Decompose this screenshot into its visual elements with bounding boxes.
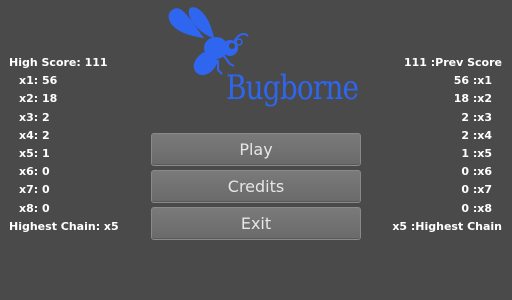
prev-score-x1: 56 :x1 (453, 74, 492, 88)
high-score-panel: High Score: 111 x1: 56 x2: 18 x3: 2 x4: … (9, 54, 119, 236)
prev-score-x7: 0 :x7 (461, 183, 492, 197)
high-score-x2: x2: 18 (19, 92, 58, 106)
high-score-x3: x3: 2 (19, 110, 50, 124)
high-score-label: High Score: 111 (9, 56, 108, 69)
credits-button[interactable]: Credits (151, 170, 361, 203)
high-score-x6: x6: 0 (19, 165, 50, 179)
prev-score-x5: 1 :x5 (461, 147, 492, 161)
game-logo: Bugborne (164, 4, 359, 122)
high-score-x5: x5: 1 (19, 147, 50, 161)
prev-score-panel: 111 :Prev Score 56 :x1 18 :x2 2 :x3 2 :x… (392, 54, 502, 236)
play-button[interactable]: Play (151, 133, 361, 166)
highest-chain-label: Highest Chain: x5 (9, 219, 119, 233)
high-score-x1: x1: 56 (19, 74, 58, 88)
main-menu: Play Credits Exit (151, 133, 361, 244)
high-score-x4: x4: 2 (19, 128, 50, 142)
high-score-x8: x8: 0 (19, 201, 50, 215)
exit-button[interactable]: Exit (151, 207, 361, 240)
prev-score-x2: 18 :x2 (453, 92, 492, 106)
prev-score-label: 111 :Prev Score (403, 56, 502, 69)
prev-score-x8: 0 :x8 (461, 201, 492, 215)
prev-score-x6: 0 :x6 (461, 165, 492, 179)
prev-score-x4: 2 :x4 (461, 128, 492, 142)
prev-score-x3: 2 :x3 (461, 110, 492, 124)
game-title: Bugborne (226, 68, 359, 108)
prev-highest-chain-label: x5 :Highest Chain (392, 219, 502, 233)
high-score-x7: x7: 0 (19, 183, 50, 197)
